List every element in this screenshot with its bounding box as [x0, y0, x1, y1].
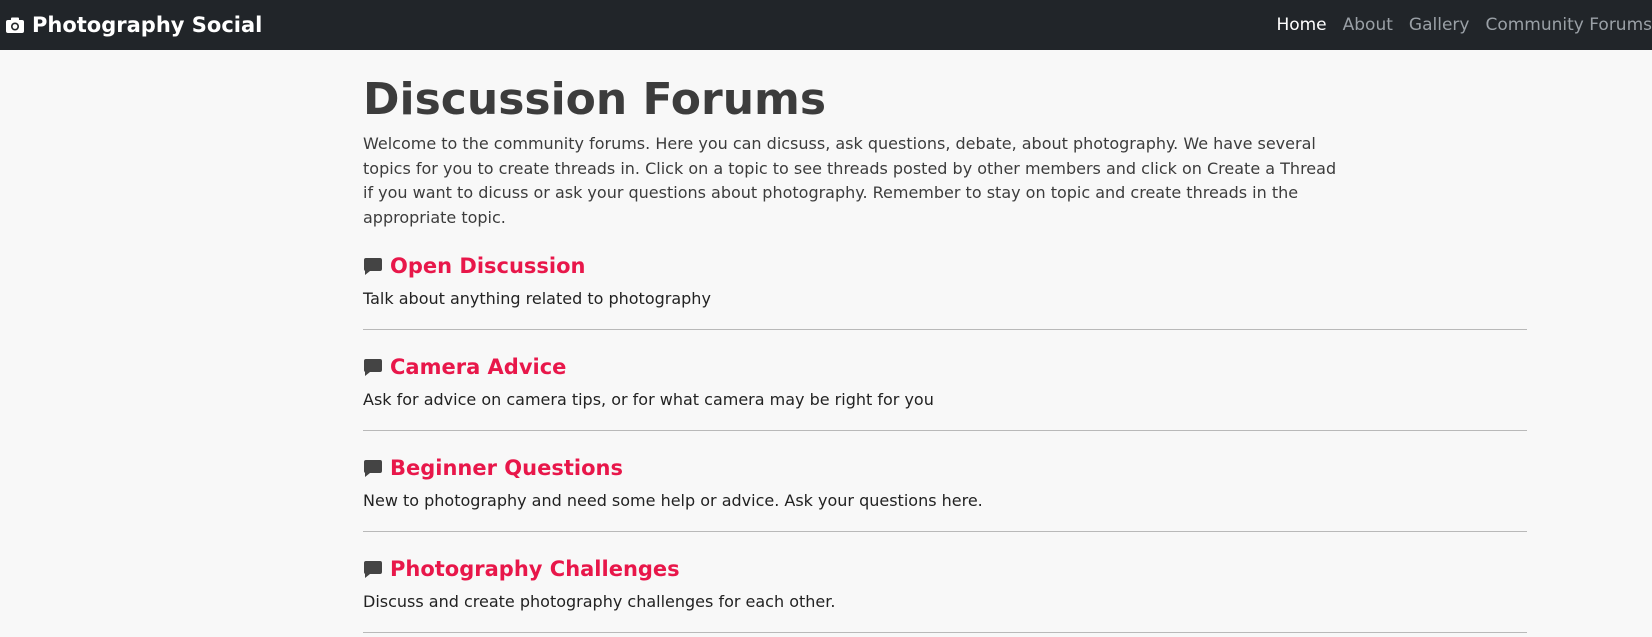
- topic-header: Beginner Questions: [363, 454, 1527, 482]
- top-navbar: Photography Social Home About Gallery Co…: [0, 0, 1652, 50]
- nav-links: Home About Gallery Community Forums: [1260, 0, 1652, 50]
- topic-title-open-discussion[interactable]: Open Discussion: [390, 254, 586, 278]
- brand-link[interactable]: Photography Social: [5, 13, 262, 37]
- nav-link-community-forums[interactable]: Community Forums: [1485, 15, 1652, 35]
- camera-icon: [5, 16, 25, 34]
- comment-icon: [363, 358, 383, 377]
- topic-description: Ask for advice on camera tips, or for wh…: [363, 390, 934, 409]
- comment-icon: [363, 560, 383, 579]
- nav-link-home[interactable]: Home: [1276, 15, 1326, 35]
- topic-header: Open Discussion: [363, 252, 1527, 280]
- topic-header: Camera Advice: [363, 353, 1527, 381]
- brand-name: Photography Social: [32, 13, 263, 37]
- page-title: Discussion Forums: [363, 74, 827, 125]
- topic-header: Photography Challenges: [363, 555, 1527, 583]
- topic-description: New to photography and need some help or…: [363, 491, 983, 510]
- topic-title-beginner-questions[interactable]: Beginner Questions: [390, 456, 623, 480]
- topic-item: Beginner Questions New to photography an…: [363, 431, 1527, 532]
- topic-title-camera-advice[interactable]: Camera Advice: [390, 355, 566, 379]
- topic-description: Discuss and create photography challenge…: [363, 592, 836, 611]
- comment-icon: [363, 459, 383, 478]
- topic-item: Camera Advice Ask for advice on camera t…: [363, 330, 1527, 431]
- nav-link-gallery[interactable]: Gallery: [1409, 15, 1470, 35]
- nav-link-about[interactable]: About: [1343, 15, 1393, 35]
- topic-description: Talk about anything related to photograp…: [363, 289, 711, 308]
- topic-item: Open Discussion Talk about anything rela…: [363, 252, 1527, 330]
- intro-text: Welcome to the community forums. Here yo…: [363, 134, 1337, 227]
- main-content: Discussion Forums Welcome to the communi…: [363, 50, 1527, 633]
- comment-icon: [363, 257, 383, 276]
- topic-item: Photography Challenges Discuss and creat…: [363, 532, 1527, 633]
- topic-title-photography-challenges[interactable]: Photography Challenges: [390, 557, 680, 581]
